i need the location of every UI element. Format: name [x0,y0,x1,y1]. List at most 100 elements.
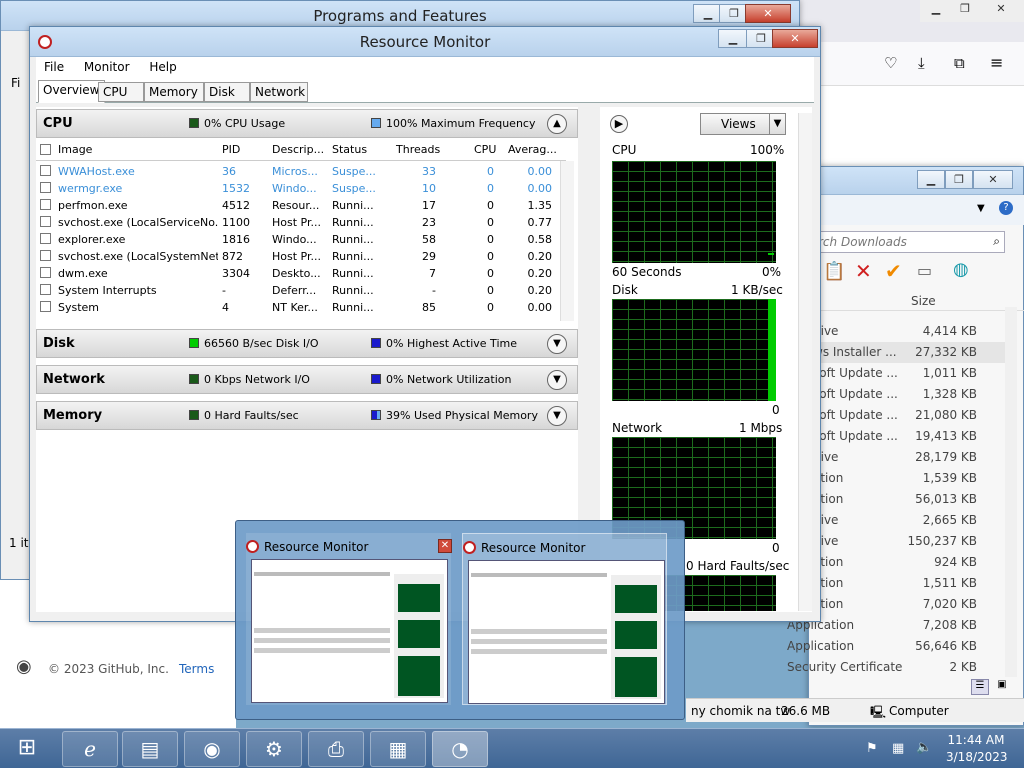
menu-monitor[interactable]: Monitor [76,57,138,77]
list-item[interactable]: soft Update ... 21,080 KB [809,405,1005,426]
rm-minimize-button[interactable]: ▁ [718,29,748,48]
document-icon[interactable]: ▦ [370,731,426,767]
maximize-icon[interactable]: ❐ [952,0,978,22]
table-row[interactable]: dwm.exe 3304 Deskto... Runni... 7 0 0.20 [36,265,566,282]
cpu-list-scrollbar[interactable] [560,161,574,321]
thumbnail-1[interactable]: Resource Monitor ✕ [246,533,452,705]
row-checkbox[interactable] [40,199,51,210]
col-cpu[interactable]: CPU [474,143,496,156]
graph-pane-scrollbar[interactable] [798,113,812,611]
ie-icon[interactable]: ℯ [62,731,118,767]
col-status[interactable]: Status [332,143,367,156]
table-row[interactable]: explorer.exe 1816 Windo... Runni... 58 0 0.58 [36,231,566,248]
row-checkbox[interactable] [40,182,51,193]
clock-date[interactable]: 3/18/2023 [946,750,1008,764]
network-icon[interactable]: ▦ [892,741,904,756]
tiles-view-icon[interactable]: ▣ [993,679,1011,695]
network-section-header[interactable]: Network 0 Kbps Network I/O 0% Network Ut… [36,365,578,394]
list-item[interactable]: Security Certificate 2 KB [787,657,1005,678]
explorer-icon[interactable]: ▤ [122,731,178,767]
help-icon[interactable]: ? [999,201,1013,215]
resource-monitor-icon[interactable]: ◔ [432,731,488,767]
github-terms-link[interactable]: Terms [179,662,214,676]
list-item[interactable]: hive 2,665 KB [809,510,1005,531]
menu-file[interactable]: File [36,57,72,77]
tab-disk[interactable]: Disk [204,82,250,102]
row-checkbox[interactable] [40,301,51,312]
table-row[interactable]: wermgr.exe 1532 Windo... Suspe... 10 0 0.00 [36,180,566,197]
cpu-section-header[interactable]: CPU 0% CPU Usage 100% Maximum Frequency … [36,109,578,138]
volume-icon[interactable]: 🔈 [916,740,932,755]
rm-close-button[interactable]: ✕ [772,29,818,48]
row-checkbox[interactable] [40,267,51,278]
list-item[interactable]: ation 1,511 KB [809,573,1005,594]
disk-section-header[interactable]: Disk 66560 B/sec Disk I/O 0% Highest Act… [36,329,578,358]
col-pid[interactable]: PID [222,143,240,156]
dl-search-box[interactable]: rch Downloads ⌕ [813,231,1005,253]
menu-icon[interactable]: ≡ [990,53,1003,72]
flag-icon[interactable]: ⚑ [866,741,878,756]
table-row[interactable]: svchost.exe (LocalServiceNo... 1100 Host P… [36,214,566,231]
search-icon[interactable]: ⌕ [993,234,1000,249]
col-image[interactable]: Image [58,143,92,156]
row-checkbox[interactable] [40,233,51,244]
paste-icon[interactable]: 📋 [823,261,845,282]
table-row[interactable]: WWAHost.exe 36 Micros... Suspe... 33 0 0.00 [36,163,566,180]
globe-icon[interactable]: ◍ [953,259,969,280]
close-icon[interactable]: ✕ [438,539,452,553]
list-item[interactable]: ation 7,020 KB [809,594,1005,615]
list-item[interactable]: ation 924 KB [809,552,1005,573]
list-item[interactable]: ation 56,013 KB [809,489,1005,510]
list-item[interactable]: Application 56,646 KB [787,636,1005,657]
tab-overview[interactable]: Overview [38,80,105,103]
menu-help[interactable]: Help [141,57,184,77]
chevron-down-icon[interactable]: ▼ [547,406,567,426]
views-button[interactable]: Views ▼ [700,113,786,135]
tab-cpu[interactable]: CPU [98,82,144,102]
details-view-icon[interactable]: ☰ [971,679,989,695]
memory-section-header[interactable]: Memory 0 Hard Faults/sec 39% Used Physic… [36,401,578,430]
check-icon[interactable]: ✔ [885,259,902,283]
list-item[interactable]: soft Update ... 1,328 KB [809,384,1005,405]
pf-close-button[interactable]: ✕ [745,4,791,23]
table-row[interactable]: svchost.exe (LocalSystemNet... 872 Host Pr… [36,248,566,265]
list-item[interactable]: soft Update ... 1,011 KB [809,363,1005,384]
installer-icon[interactable]: ⎙ [308,731,364,767]
row-checkbox[interactable] [40,165,51,176]
tab-memory[interactable]: Memory [144,82,204,102]
extensions-icon[interactable]: ⧉ [954,54,965,72]
list-item[interactable]: hive 28,179 KB [809,447,1005,468]
chevron-down-icon[interactable]: ▼ [769,114,785,134]
close-icon[interactable]: ✕ [978,0,1024,22]
dl-maximize-button[interactable]: ❐ [945,170,973,189]
row-checkbox[interactable] [40,250,51,261]
table-row[interactable]: perfmon.exe 4512 Resour... Runni... 17 0 1.35 [36,197,566,214]
select-all-checkbox[interactable] [40,144,51,155]
properties-icon[interactable]: ▭ [917,261,932,280]
list-item[interactable]: hive 4,414 KB [809,321,1005,342]
table-row[interactable]: System Interrupts - Deferr... Runni... - 0 0.2… [36,282,566,299]
collapse-pane-icon[interactable]: ▶ [610,115,628,133]
github-icon[interactable]: ◉ [16,656,32,677]
list-item[interactable]: hive 150,237 KB [809,531,1005,552]
list-item[interactable]: soft Update ... 19,413 KB [809,426,1005,447]
delete-icon[interactable]: ✕ [855,259,872,283]
col-threads[interactable]: Threads [396,143,440,156]
dl-scrollbar[interactable] [1005,307,1017,677]
clock-time[interactable]: 11:44 AM [946,733,1006,747]
dl-size-header[interactable]: Size [911,294,936,308]
chevron-down-icon[interactable]: ▼ [547,370,567,390]
chevron-down-icon[interactable]: ▼ [547,334,567,354]
minimize-icon[interactable]: ▁ [920,0,952,22]
control-panel-icon[interactable]: ⚙ [246,731,302,767]
col-description[interactable]: Descrip... [272,143,324,156]
row-checkbox[interactable] [40,284,51,295]
dl-minimize-button[interactable]: ▁ [917,170,945,189]
list-item[interactable]: Application 7,208 KB [787,615,1005,636]
pocket-icon[interactable]: ♡ [884,54,897,72]
start-icon[interactable]: ⊞ [4,731,50,767]
thumbnail-2[interactable]: Resource Monitor [462,533,667,705]
list-item[interactable]: ws Installer ... 27,332 KB [809,342,1005,363]
dl-close-button[interactable]: ✕ [973,170,1013,189]
row-checkbox[interactable] [40,216,51,227]
